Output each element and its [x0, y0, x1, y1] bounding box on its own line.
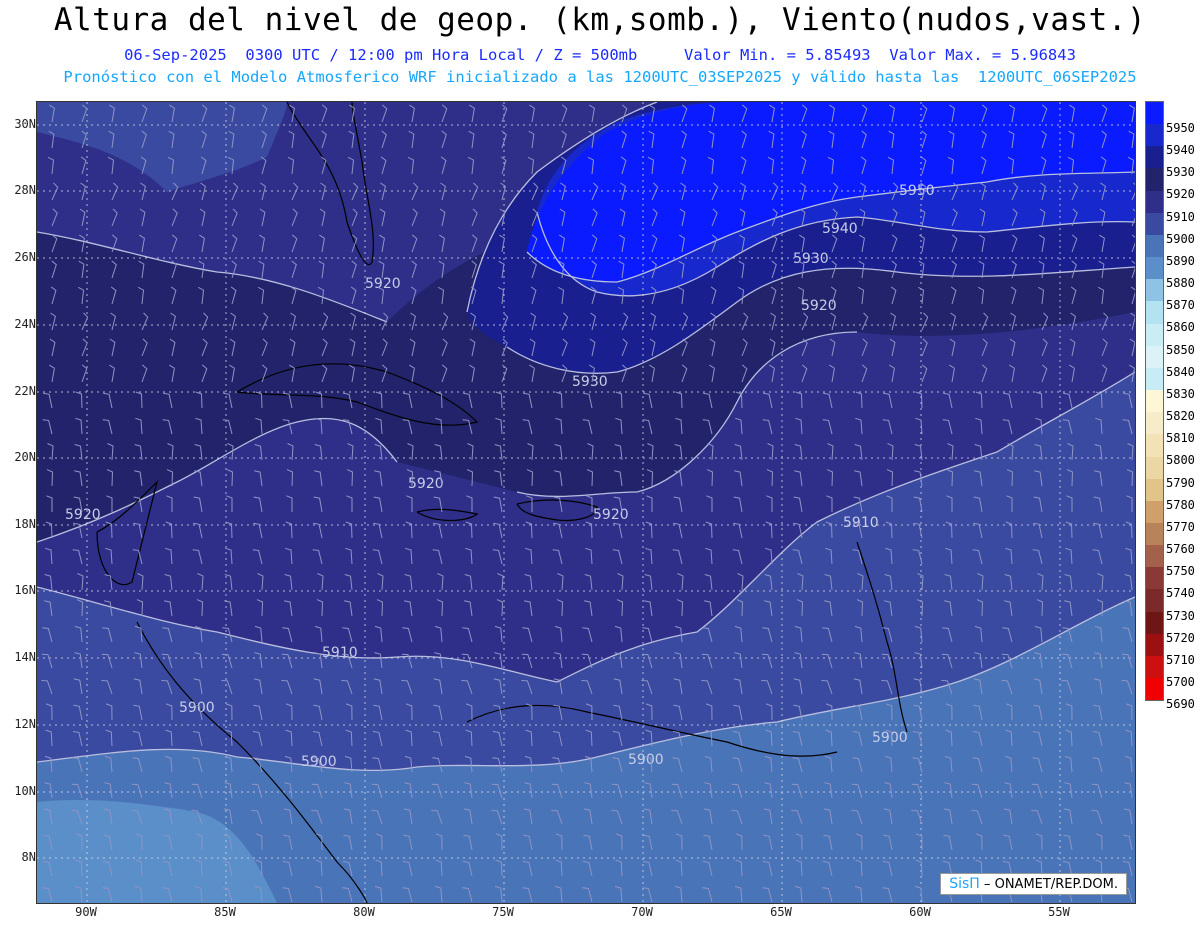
colorbar-segment — [1146, 301, 1163, 324]
colorbar-segment — [1146, 678, 1163, 701]
colorbar-label: 5880 — [1166, 276, 1195, 291]
lat-label: 30N — [14, 117, 36, 131]
map-subtitle-model-info: Pronóstico con el Modelo Atmosferico WRF… — [63, 68, 1137, 86]
lat-label: 28N — [14, 183, 36, 197]
lat-label: 20N — [14, 450, 36, 464]
lon-label: 85W — [214, 905, 236, 919]
colorbar-label: 5740 — [1166, 586, 1195, 601]
sis-logo-text: SisΠ — [949, 876, 980, 892]
colorbar-segment — [1146, 412, 1163, 435]
lat-label: 26N — [14, 250, 36, 264]
colorbar-label: 5770 — [1166, 519, 1195, 534]
colorbar-segment — [1146, 478, 1163, 501]
colorbar-segment — [1146, 545, 1163, 568]
colorbar-label: 5820 — [1166, 409, 1195, 424]
colorbar-label: 5750 — [1166, 564, 1195, 579]
colorbar-label: 5910 — [1166, 209, 1195, 224]
colorbar-segment — [1146, 522, 1163, 546]
colorbar-segment — [1146, 124, 1163, 147]
colorbar-label: 5930 — [1166, 165, 1195, 180]
contour-label: 5940 — [822, 221, 858, 237]
contour-label: 5950 — [899, 183, 935, 199]
credit-org: – ONAMET/REP.DOM. — [983, 877, 1118, 892]
colorbar-segment — [1146, 323, 1163, 346]
contour-label: 5920 — [65, 507, 101, 523]
colorbar-label: 5720 — [1166, 630, 1195, 645]
colorbar-segment — [1146, 367, 1163, 391]
lat-label: 14N — [14, 650, 36, 664]
contour-label: 5930 — [572, 374, 608, 390]
colorbar-segment — [1146, 190, 1163, 213]
colorbar-label: 5850 — [1166, 342, 1195, 357]
map-canvas: 5950 5940 5930 5920 5920 5930 5920 5920 … — [37, 102, 1135, 903]
colorbar-segment — [1146, 589, 1163, 612]
contour-label: 5910 — [322, 645, 358, 661]
contour-label: 5900 — [628, 752, 664, 768]
colorbar-label: 5950 — [1166, 121, 1195, 135]
lon-label: 65W — [770, 905, 792, 919]
contour-label: 5920 — [801, 298, 837, 314]
colorbar-segment — [1146, 390, 1163, 413]
geopotential-map: 5950 5940 5930 5920 5920 5930 5920 5920 … — [36, 101, 1136, 904]
lon-label: 60W — [909, 905, 931, 919]
credit-box: SisΠ – ONAMET/REP.DOM. — [940, 873, 1127, 895]
contour-label: 5920 — [408, 476, 444, 492]
lon-label: 70W — [631, 905, 653, 919]
lat-label: 24N — [14, 317, 36, 331]
lat-label: 8N — [21, 850, 36, 864]
lon-label: 75W — [492, 905, 514, 919]
colorbar-label: 5830 — [1166, 386, 1195, 401]
colorbar-label: 5730 — [1166, 608, 1195, 623]
colorbar-segment — [1146, 633, 1163, 656]
lat-label: 18N — [14, 517, 36, 531]
colorbar-segment — [1146, 168, 1163, 191]
colorbar-label: 5920 — [1166, 187, 1195, 202]
lon-label: 55W — [1048, 905, 1070, 919]
colorbar-segment — [1146, 611, 1163, 634]
colorbar-segment — [1146, 257, 1163, 280]
contour-label: 5910 — [843, 515, 879, 531]
colorbar-label: 5780 — [1166, 497, 1195, 512]
colorbar-label: 5840 — [1166, 364, 1195, 379]
colorbar-label: 5790 — [1166, 475, 1195, 490]
colorbar-label: 5870 — [1166, 298, 1195, 313]
colorbar-segment — [1146, 212, 1163, 235]
lat-label: 12N — [14, 717, 36, 731]
colorbar-segment — [1146, 567, 1163, 590]
colorbar-segment — [1146, 500, 1163, 523]
map-title: Altura del nivel de geop. (km,somb.), Vi… — [53, 2, 1147, 38]
lat-label: 10N — [14, 784, 36, 798]
colorbar-segment — [1146, 102, 1163, 125]
colorbar-label: 5940 — [1166, 143, 1195, 158]
contour-label: 5900 — [179, 700, 215, 716]
colorbar-label: 5760 — [1166, 542, 1195, 557]
colorbar-label: 5700 — [1166, 675, 1195, 689]
colorbar-segment — [1146, 345, 1163, 368]
colorbar-segment — [1146, 456, 1163, 479]
lat-label: 22N — [14, 384, 36, 398]
colorbar-segment — [1146, 234, 1163, 258]
colorbar — [1145, 101, 1164, 702]
colorbar-label: 5800 — [1166, 453, 1195, 468]
colorbar-segment — [1146, 279, 1163, 302]
colorbar-label: 5710 — [1166, 652, 1195, 667]
colorbar-label: 5900 — [1166, 231, 1195, 246]
contour-label: 5930 — [793, 251, 829, 267]
colorbar-label: 5810 — [1166, 431, 1195, 446]
colorbar-segment — [1146, 146, 1163, 169]
lon-label: 90W — [75, 905, 97, 919]
colorbar-segment — [1146, 434, 1163, 457]
lon-label: 80W — [353, 905, 375, 919]
map-subtitle-valid-time: 06-Sep-2025 0300 UTC / 12:00 pm Hora Loc… — [124, 46, 1076, 64]
colorbar-segment — [1146, 655, 1163, 679]
lat-label: 16N — [14, 583, 36, 597]
colorbar-label: 5690 — [1166, 697, 1195, 712]
colorbar-label: 5860 — [1166, 320, 1195, 335]
contour-label: 5900 — [872, 730, 908, 746]
colorbar-label: 5890 — [1166, 253, 1195, 268]
contour-label: 5920 — [593, 507, 629, 523]
